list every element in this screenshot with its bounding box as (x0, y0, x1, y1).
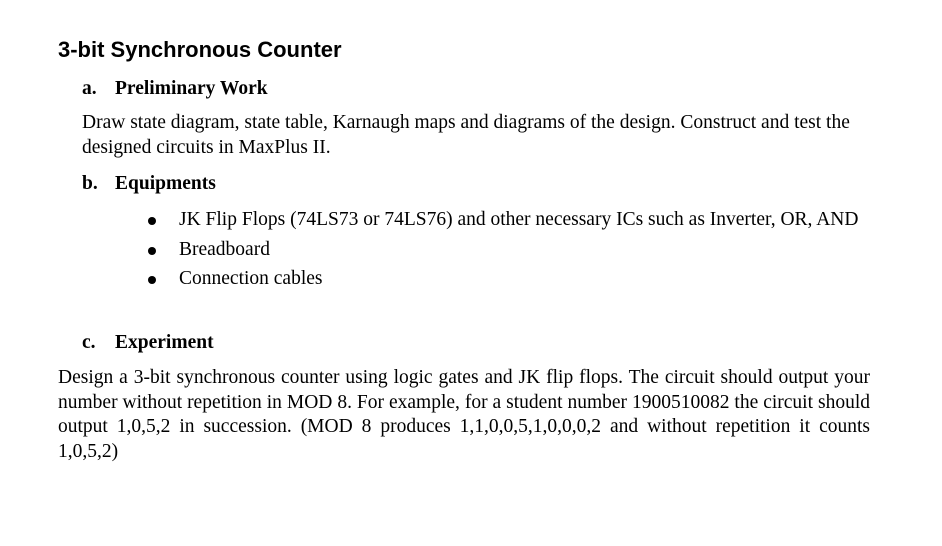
section-letter: b. (82, 173, 98, 194)
list-item-text: Connection cables (179, 268, 323, 289)
document-page: 3-bit Synchronous Counter a. Preliminary … (0, 0, 942, 546)
section-title: Equipments (115, 173, 216, 194)
equipment-list: JK Flip Flops (74LS73 or 74LS76) and oth… (145, 208, 865, 297)
bullet-icon (148, 217, 156, 225)
list-item: Breadboard (145, 238, 865, 263)
section-heading-experiment: c. Experiment (82, 331, 214, 355)
list-item: Connection cables (145, 267, 865, 292)
list-item-text: Breadboard (179, 238, 270, 260)
section-letter: c. (82, 332, 96, 353)
section-title: Experiment (115, 332, 214, 353)
experiment-text: Design a 3-bit synchronous counter using… (58, 367, 870, 462)
section-title: Preliminary Work (115, 78, 268, 99)
preliminary-work-text: Draw state diagram, state table, Karnaug… (82, 112, 850, 158)
section-letter: a. (82, 78, 97, 99)
section-heading-equipments: b. Equipments (82, 172, 216, 196)
bullet-icon (148, 276, 156, 284)
list-item-text: JK Flip Flops (74LS73 or 74LS76) and oth… (179, 209, 859, 230)
document-title: 3-bit Synchronous Counter (58, 37, 342, 62)
bullet-icon (148, 246, 156, 255)
list-item: JK Flip Flops (74LS73 or 74LS76) and oth… (145, 208, 865, 233)
section-heading-preliminary-work: a. Preliminary Work (82, 77, 268, 101)
